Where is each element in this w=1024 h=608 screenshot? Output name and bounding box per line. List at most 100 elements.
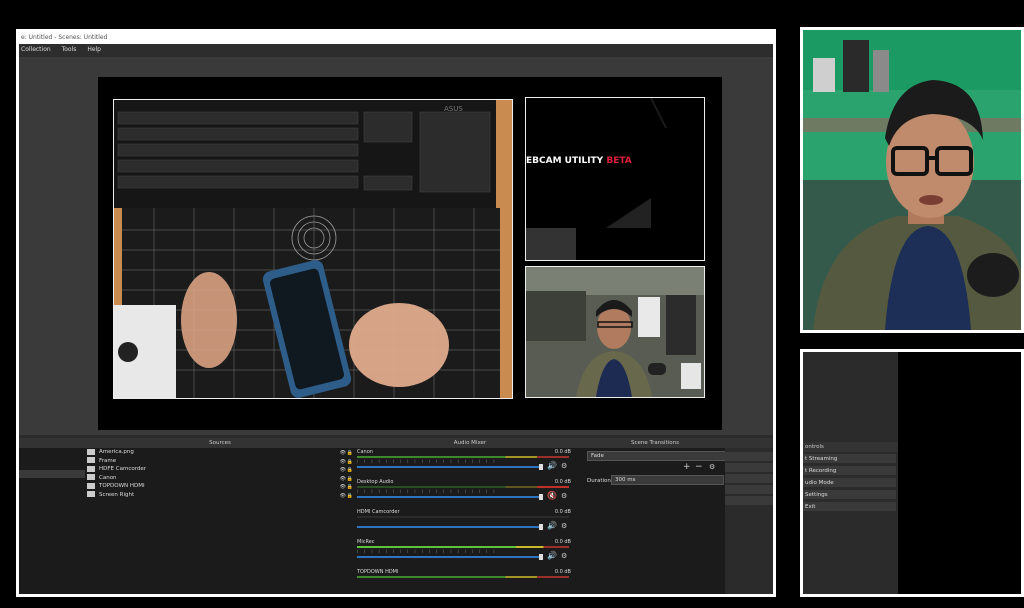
scenes-dock (19, 438, 86, 594)
volume-meter (357, 486, 569, 488)
gear-icon[interactable]: ⚙ (709, 463, 715, 471)
logo-feed: EBCAM UTILITY BETA (525, 97, 705, 261)
start-streaming-button[interactable]: t Streaming (803, 454, 896, 464)
fader-handle[interactable] (539, 494, 543, 500)
add-transition-icon[interactable]: + (683, 462, 691, 472)
channel-name: MicRec (357, 539, 375, 545)
volume-meter (357, 516, 569, 518)
scene-transitions-dock: Scene Transitions Fade + − ⚙ Duration 30… (585, 438, 726, 594)
channel-db: 0.0 dB (554, 509, 571, 515)
duration-label: Duration (587, 478, 611, 484)
duration-input[interactable]: 300 ms (611, 475, 724, 485)
scene-transitions-title: Scene Transitions (585, 438, 725, 448)
source-name: Frame (99, 457, 117, 464)
fader-handle[interactable] (539, 464, 543, 470)
logo-text: EBCAM UTILITY BETA (526, 156, 632, 166)
source-item[interactable]: HDFE Camcorder 👁 🔒 (85, 465, 355, 474)
fader-handle[interactable] (539, 524, 543, 530)
preview-area: ASUS EBCAM UTILITY BETA (19, 57, 773, 435)
source-name: TOPDOWN HDMI (99, 483, 145, 489)
channel-db: 0.0 dB (554, 479, 571, 485)
camera-source-icon (87, 474, 95, 480)
source-item[interactable]: TOPDOWN HDMI 👁 🔒 (85, 482, 355, 491)
camera-source-icon (87, 465, 95, 472)
channel-name: TOPDOWN HDMI (357, 569, 399, 575)
volume-fader[interactable] (357, 526, 541, 528)
eye-icon[interactable]: 👁 (340, 492, 346, 501)
speaker-icon[interactable]: 🔊 (547, 521, 557, 530)
facecam-panel (800, 27, 1024, 333)
obs-window: e: Untitled - Scenes: Untitled Collectio… (16, 29, 776, 597)
logo-feed-graphic (526, 98, 704, 260)
studio-mode-button[interactable]: udio Mode (803, 478, 896, 488)
transition-select[interactable]: Fade (587, 451, 726, 461)
channel-name: Desktop Audio (357, 479, 394, 485)
control-button[interactable] (725, 452, 773, 461)
logo-text-main: EBCAM UTILITY (526, 156, 607, 166)
lock-icon[interactable]: 🔒 (347, 492, 353, 501)
audio-channel: Desktop Audio 0.0 dB |||||||||||||||||||… (355, 478, 585, 508)
dock-row: Sources America.png 👁 🔒 Frame 👁 🔒 HDFE Camco… (19, 438, 773, 594)
preview-canvas[interactable]: ASUS EBCAM UTILITY BETA (98, 77, 722, 430)
gear-icon[interactable]: ⚙ (561, 462, 567, 470)
audio-mixer-title: Audio Mixer (355, 438, 585, 448)
volume-meter (357, 546, 569, 548)
volume-fader[interactable] (357, 466, 541, 468)
audio-channel: Canon 0.0 dB |||||||||||||||||||| 🔊 ⚙ (355, 448, 585, 478)
control-button[interactable] (725, 496, 773, 505)
muted-speaker-icon[interactable]: 🔇 (547, 491, 557, 500)
source-name: Screen Right (99, 491, 135, 498)
menu-tools[interactable]: Tools (62, 46, 77, 53)
menu-scene-collection[interactable]: Collection (21, 46, 51, 53)
volume-fader[interactable] (357, 556, 541, 558)
start-recording-button[interactable]: t Recording (803, 466, 896, 476)
controls-panel: ontrols t Streaming t Recording udio Mod… (800, 349, 1024, 597)
image-source-icon (87, 457, 95, 463)
scene-item-selected[interactable] (19, 470, 85, 478)
menu-help[interactable]: Help (87, 46, 101, 53)
topdown-camera-feed: ASUS (113, 99, 513, 399)
volume-fader[interactable] (357, 496, 541, 498)
gear-icon[interactable]: ⚙ (561, 522, 567, 530)
controls-dock-header (725, 438, 773, 448)
topdown-feed-image: ASUS (114, 100, 512, 398)
meter-scale: |||||||||||||||||||| (357, 459, 501, 463)
volume-meter (357, 456, 569, 458)
source-item[interactable]: Canon 👁 🔒 (85, 474, 355, 483)
channel-name: Canon (357, 449, 373, 455)
sources-dock: Sources America.png 👁 🔒 Frame 👁 🔒 HDFE Camco… (85, 438, 356, 594)
menu-bar: Collection Tools Help (19, 44, 773, 56)
speaker-icon[interactable]: 🔊 (547, 551, 557, 560)
meter-scale: |||||||||||||||||||| (357, 489, 501, 493)
source-name: Canon (99, 474, 117, 481)
gear-icon[interactable]: ⚙ (561, 492, 567, 500)
settings-button[interactable]: Settings (803, 490, 896, 500)
control-button[interactable] (725, 474, 773, 483)
source-name: America.png (99, 449, 134, 455)
keyboard-brand-text: ASUS (444, 105, 463, 113)
source-item[interactable]: Frame 👁 🔒 (85, 457, 355, 466)
control-button[interactable] (725, 485, 773, 494)
speaker-icon[interactable]: 🔊 (547, 461, 557, 470)
source-item[interactable]: Screen Right 👁 🔒 (85, 491, 355, 500)
exit-button[interactable]: Exit (803, 502, 896, 512)
channel-db: 0.0 dB (554, 569, 571, 575)
sources-dock-title: Sources (85, 438, 355, 448)
audio-mixer-dock: Audio Mixer Canon 0.0 dB |||||||||||||||… (355, 438, 586, 594)
channel-db: 0.0 dB (554, 539, 571, 545)
audio-channel: HDMI Camcorder 0.0 dB 🔊 ⚙ (355, 508, 585, 538)
channel-name: HDMI Camcorder (357, 509, 400, 515)
controls-dock-partial (725, 438, 773, 594)
window-title: e: Untitled - Scenes: Untitled (19, 32, 773, 44)
source-item[interactable]: America.png 👁 🔒 (85, 448, 355, 457)
meter-scale: |||||||||||||||||||| (357, 549, 501, 553)
webcam-small-image (526, 267, 704, 397)
control-button[interactable] (725, 463, 773, 472)
logo-text-beta: BETA (606, 156, 632, 166)
gear-icon[interactable]: ⚙ (561, 552, 567, 560)
channel-db: 0.0 dB (554, 449, 571, 455)
camera-source-icon (87, 482, 95, 489)
webcam-feed-small (525, 266, 705, 398)
fader-handle[interactable] (539, 554, 543, 560)
remove-transition-icon[interactable]: − (695, 462, 703, 472)
